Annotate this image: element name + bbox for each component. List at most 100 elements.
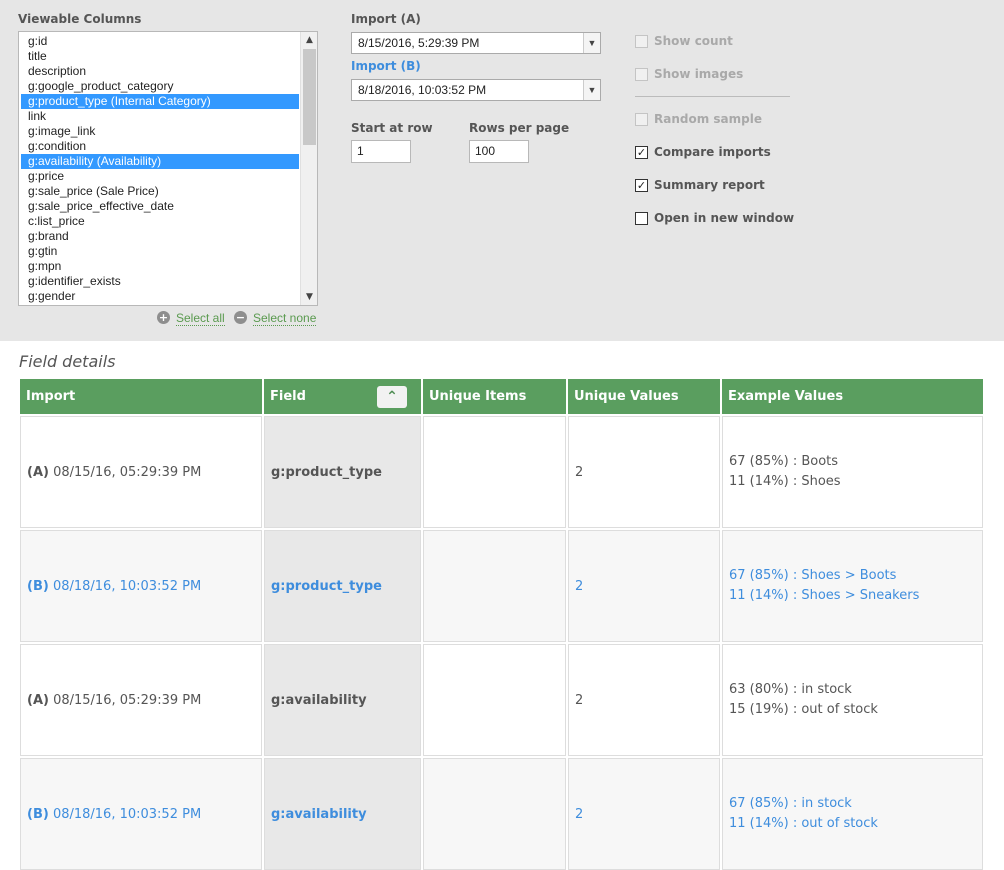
example-value: 15 (19%) : out of stock [729,702,878,717]
checkbox-icon [635,35,648,48]
example-value[interactable]: 67 (85%) : in stock [729,794,878,814]
viewable-columns-listbox[interactable]: g:id title description g:google_product_cat… [18,31,318,306]
example-values-cell: 67 (85%) : Shoes > Boots 11 (14%) : Shoes… [722,530,983,642]
import-prefix: (A) [27,464,49,480]
import-a-value: 8/15/2016, 5:29:39 PM [358,36,480,50]
column-option[interactable]: g:availability (Availability) [21,154,299,169]
option-label: Show images [654,67,744,81]
checkbox-checked-icon[interactable]: ✓ [635,146,648,159]
select-none-link[interactable]: Select none [253,311,317,326]
start-row-label: Start at row [351,121,433,135]
column-option[interactable]: g:image_link [21,124,299,139]
option-label: Compare imports [654,145,771,159]
scroll-up-icon[interactable]: ▲ [301,32,317,48]
header-unique-items-label: Unique Items [429,389,527,404]
options-divider [635,96,790,97]
checkbox-icon [635,113,648,126]
example-value[interactable]: 67 (85%) : Shoes > Boots [729,566,919,586]
column-option[interactable]: description [21,64,299,79]
example-value[interactable]: 11 (14%) : Shoes > Sneakers [729,586,919,606]
field-details-title: Field details [19,352,116,371]
import-prefix: (B) [27,806,49,822]
example-value: 11 (14%) : Shoes [729,474,841,489]
header-example-values-label: Example Values [728,389,844,404]
import-timestamp: 08/15/16, 05:29:39 PM [53,464,202,480]
header-import: Import [20,379,262,414]
unique-items-cell [423,530,566,642]
column-option[interactable]: g:identifier_exists [21,274,299,289]
example-value[interactable]: 11 (14%) : out of stock [729,814,878,834]
option-label: Random sample [654,112,762,126]
example-values-list: 67 (85%) : Boots 11 (14%) : Shoes [729,452,841,492]
import-b-value: 8/18/2016, 10:03:52 PM [358,83,487,97]
import-b-label: Import (B) [351,59,421,73]
column-option[interactable]: title [21,49,299,64]
unique-values-cell: 2 [568,416,720,528]
option-label: Show count [654,34,733,48]
header-unique-values: Unique Values [568,379,720,414]
import-prefix: (B) [27,578,49,594]
sort-ascending-icon[interactable]: ⌃ [377,386,407,408]
import-a-label: Import (A) [351,12,421,26]
column-option[interactable]: g:condition [21,139,299,154]
column-list: g:id title description g:google_product_cat… [21,34,299,304]
import-prefix: (A) [27,692,49,708]
column-option[interactable]: g:product_type (Internal Category) [21,94,299,109]
header-field-label: Field [270,389,306,404]
import-cell: (B) 08/18/16, 10:03:52 PM [20,530,262,642]
column-option[interactable]: g:price [21,169,299,184]
import-cell: (A) 08/15/16, 05:29:39 PM [20,416,262,528]
field-cell: g:availability [264,758,421,870]
unique-items-cell [423,644,566,756]
column-option[interactable]: g:gtin [21,244,299,259]
column-option[interactable]: g:gender [21,289,299,304]
unique-items-cell [423,416,566,528]
field-cell: g:product_type [264,530,421,642]
plus-circle-icon: + [157,311,170,324]
column-option[interactable]: g:sale_price_effective_date [21,199,299,214]
column-option[interactable]: g:brand [21,229,299,244]
checkbox-icon[interactable] [635,212,648,225]
checkbox-checked-icon[interactable]: ✓ [635,179,648,192]
start-row-input[interactable]: 1 [351,140,411,163]
chevron-down-icon: ▼ [583,80,600,100]
import-b-select[interactable]: 8/18/2016, 10:03:52 PM ▼ [351,79,601,101]
viewable-columns-label: Viewable Columns [18,12,142,26]
field-cell: g:product_type [264,416,421,528]
import-timestamp: 08/15/16, 05:29:39 PM [53,692,202,708]
example-values-cell: 63 (80%) : in stock 15 (19%) : out of sto… [722,644,983,756]
example-value: 63 (80%) : in stock [729,682,852,697]
unique-values-cell: 2 [568,644,720,756]
header-example-values: Example Values [722,379,983,414]
column-option[interactable]: c:list_price [21,214,299,229]
checkbox-icon [635,68,648,81]
import-a-select[interactable]: 8/15/2016, 5:29:39 PM ▼ [351,32,601,54]
import-cell: (B) 08/18/16, 10:03:52 PM [20,758,262,870]
column-option[interactable]: g:id [21,34,299,49]
column-option[interactable]: link [21,109,299,124]
header-import-label: Import [26,389,76,404]
import-timestamp: 08/18/16, 10:03:52 PM [52,578,202,594]
report-options-panel: Viewable Columns g:id title description g:g… [0,0,1004,341]
example-values-list: 63 (80%) : in stock 15 (19%) : out of sto… [729,680,878,720]
scroll-down-icon[interactable]: ▼ [301,289,317,305]
header-unique-values-label: Unique Values [574,389,679,404]
example-value: 67 (85%) : Boots [729,454,839,469]
rows-per-page-label: Rows per page [469,121,570,135]
example-values-cell: 67 (85%) : Boots 11 (14%) : Shoes [722,416,983,528]
rows-per-page-input[interactable]: 100 [469,140,529,163]
column-option[interactable]: g:mpn [21,259,299,274]
minus-circle-icon: − [234,311,247,324]
example-values-list: 67 (85%) : Shoes > Boots 11 (14%) : Shoes… [729,566,919,606]
unique-values-cell[interactable]: 2 [568,530,720,642]
field-cell: g:availability [264,644,421,756]
option-label: Summary report [654,178,765,192]
select-all-link[interactable]: Select all [176,311,225,326]
column-option[interactable]: g:google_product_category [21,79,299,94]
header-field[interactable]: Field ⌃ [264,379,421,414]
scroll-thumb[interactable] [303,49,316,145]
header-unique-items: Unique Items [423,379,566,414]
listbox-scrollbar[interactable]: ▲ ▼ [300,32,317,305]
column-option[interactable]: g:sale_price (Sale Price) [21,184,299,199]
unique-values-cell[interactable]: 2 [568,758,720,870]
